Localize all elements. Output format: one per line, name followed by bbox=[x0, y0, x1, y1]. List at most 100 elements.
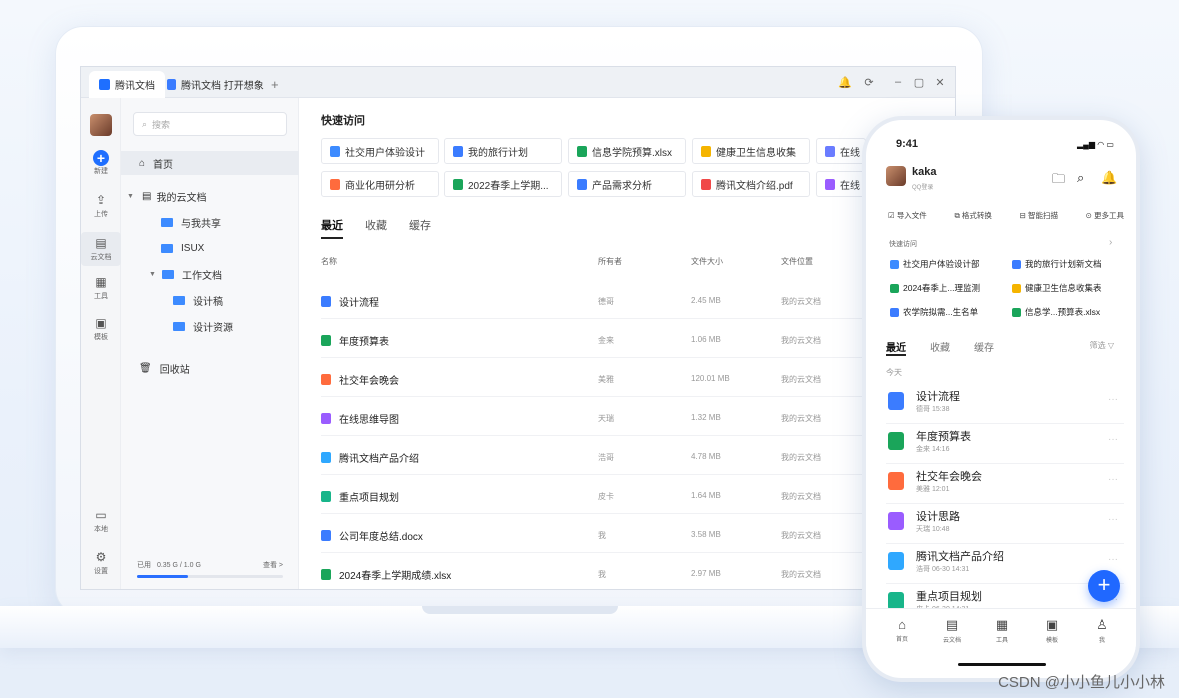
minimize-button[interactable]: – bbox=[891, 75, 905, 89]
list-item[interactable]: 设计流程 德哥 15:38 ··· bbox=[886, 384, 1124, 424]
smart-scan-button[interactable]: ⊟ 智能扫描 bbox=[1020, 210, 1058, 221]
add-button[interactable]: + bbox=[1088, 570, 1120, 602]
more-tools-button[interactable]: ⊙ 更多工具 bbox=[1086, 210, 1124, 221]
column-header-size[interactable]: 文件大小 bbox=[691, 256, 723, 267]
phone-status-icons: ▂▄▆ ◠ ▭ bbox=[1077, 140, 1114, 149]
phone-quick-item[interactable]: 2024春季上...理监测 bbox=[890, 282, 980, 294]
notification-icon[interactable]: 🔔 bbox=[1101, 170, 1117, 186]
sidebar-item-design-assets[interactable]: 设计资源 bbox=[121, 314, 299, 338]
sidebar-item-recycle[interactable]: 🗑 回收站 bbox=[121, 356, 299, 380]
avatar[interactable] bbox=[90, 114, 112, 136]
tab-open-imagination[interactable]: 腾讯文档 打开想象 bbox=[157, 71, 274, 98]
list-item-subtitle: 美雅 12:01 bbox=[916, 486, 950, 493]
rail-item-local[interactable]: ▭ 本地 bbox=[81, 508, 121, 534]
tab-cache[interactable]: 缓存 bbox=[409, 217, 431, 233]
chevron-right-icon[interactable]: › bbox=[1109, 237, 1112, 248]
quick-access-card[interactable]: 产品需求分析 bbox=[568, 171, 686, 197]
gear-icon: ⚙ bbox=[95, 550, 107, 564]
import-file-button[interactable]: ☑ 导入文件 bbox=[888, 210, 927, 221]
more-icon[interactable]: ··· bbox=[1108, 394, 1118, 405]
sync-icon[interactable]: ⟳ bbox=[862, 75, 876, 89]
list-item[interactable]: 设计思路 天瑞 10:48 ··· bbox=[886, 504, 1124, 544]
format-convert-button[interactable]: ⧉ 格式转换 bbox=[954, 210, 991, 221]
column-header-owner[interactable]: 所有者 bbox=[598, 256, 622, 267]
file-name-cell: 公司年度总结.docx bbox=[321, 528, 423, 543]
sidebar-item-home[interactable]: ⌂ 首页 bbox=[121, 151, 299, 175]
quick-access-card[interactable]: 信息学院预算.xlsx bbox=[568, 138, 686, 164]
close-button[interactable]: ✕ bbox=[933, 75, 947, 89]
phone-tab-cache[interactable]: 缓存 bbox=[974, 339, 994, 354]
phone-quick-item[interactable]: 信息学...预算表.xlsx bbox=[1012, 306, 1100, 318]
quick-access-card[interactable]: 社交用户体验设计 bbox=[321, 138, 439, 164]
tab-recent[interactable]: 最近 bbox=[321, 217, 343, 233]
quick-access-card[interactable]: 2022春季上学期... bbox=[444, 171, 562, 197]
rail-item-settings[interactable]: ⚙ 设置 bbox=[81, 550, 121, 576]
column-header-location[interactable]: 文件位置 bbox=[781, 256, 813, 267]
file-icon bbox=[888, 512, 904, 530]
notification-icon[interactable]: 🔔 bbox=[838, 75, 852, 89]
list-item-title: 腾讯文档产品介绍 bbox=[916, 551, 1004, 563]
phone-quick-item[interactable]: 社交用户体验设计部 bbox=[890, 258, 980, 270]
phone-bottom-nav: ⌂ 首页 ▤ 云文档 ▦ 工具 ▣ 模板 ♙ 我 bbox=[866, 608, 1136, 652]
rail-item-tools[interactable]: ▦ 工具 bbox=[81, 275, 121, 301]
table-row[interactable]: 设计流程 德哥 2.45 MB 我的云文档 bbox=[321, 280, 881, 319]
table-row[interactable]: 重点项目规划 皮卡 1.64 MB 我的云文档 bbox=[321, 475, 881, 514]
list-item[interactable]: 腾讯文档产品介绍 浩哥 06-30 14:31 ··· bbox=[886, 544, 1124, 584]
phone-quick-item[interactable]: 健康卫生信息收集表 bbox=[1012, 282, 1102, 294]
avatar[interactable] bbox=[886, 166, 906, 186]
search-icon[interactable]: ⌕ bbox=[1077, 170, 1084, 186]
sidebar-item-label: ISUX bbox=[181, 242, 205, 254]
tab-favorites[interactable]: 收藏 bbox=[365, 217, 387, 233]
filter-button[interactable]: 筛选 ▽ bbox=[1090, 340, 1114, 351]
maximize-button[interactable]: ▢ bbox=[912, 75, 926, 89]
sidebar-item-design-draft[interactable]: 设计稿 bbox=[121, 288, 299, 312]
table-row[interactable]: 在线思维导图 天瑞 1.32 MB 我的云文档 bbox=[321, 397, 881, 436]
phone-tab-favorites[interactable]: 收藏 bbox=[930, 339, 950, 354]
sidebar-item-isux[interactable]: ISUX bbox=[121, 236, 299, 260]
nav-tools[interactable]: ▦ 工具 bbox=[982, 617, 1022, 644]
folder-icon[interactable]: 🗀 bbox=[1052, 170, 1065, 192]
sidebar-item-shared[interactable]: 与我共享 bbox=[121, 210, 299, 234]
quick-access-card[interactable]: 我的旅行计划 bbox=[444, 138, 562, 164]
more-icon[interactable]: ··· bbox=[1108, 434, 1118, 445]
phone-quick-item[interactable]: 农学院拟需...生名单 bbox=[890, 306, 978, 318]
table-row[interactable]: 公司年度总结.docx 我 3.58 MB 我的云文档 bbox=[321, 514, 881, 553]
rail-item-new[interactable]: + 新建 bbox=[81, 150, 121, 176]
column-header-name[interactable]: 名称 bbox=[321, 256, 337, 267]
tab-tencent-docs[interactable]: 腾讯文档 bbox=[89, 71, 165, 98]
nav-cloud-docs[interactable]: ▤ 云文档 bbox=[932, 617, 972, 644]
table-row[interactable]: 腾讯文档产品介绍 浩哥 4.78 MB 我的云文档 bbox=[321, 436, 881, 475]
file-size: 1.06 MB bbox=[691, 335, 721, 344]
table-row[interactable]: 2024春季上学期成绩.xlsx 我 2.97 MB 我的云文档 bbox=[321, 553, 881, 589]
list-item[interactable]: 年度预算表 金来 14:16 ··· bbox=[886, 424, 1124, 464]
file-size: 1.64 MB bbox=[691, 491, 721, 500]
quick-access-label: 健康卫生信息收集表 bbox=[1025, 283, 1102, 293]
quick-access-card[interactable]: 健康卫生信息收集 bbox=[692, 138, 810, 164]
file-icon bbox=[321, 452, 331, 463]
quick-access-card[interactable]: 商业化用研分析 bbox=[321, 171, 439, 197]
view-usage-link[interactable]: 查看 > bbox=[263, 560, 283, 570]
file-icon bbox=[321, 335, 331, 346]
list-item[interactable]: 社交年会晚会 美雅 12:01 ··· bbox=[886, 464, 1124, 504]
add-tab-button[interactable]: + bbox=[261, 71, 289, 98]
rail-item-cloud-docs[interactable]: ▤ 云文档 bbox=[81, 232, 121, 266]
quick-access-card[interactable]: 在线 bbox=[816, 138, 866, 164]
phone-quick-item[interactable]: 我的旅行计划新文档 bbox=[1012, 258, 1102, 270]
tab-label: 腾讯文档 打开想象 bbox=[181, 81, 264, 92]
more-icon[interactable]: ··· bbox=[1108, 514, 1118, 525]
rail-item-templates[interactable]: ▣ 模板 bbox=[81, 316, 121, 342]
nav-home[interactable]: ⌂ 首页 bbox=[882, 617, 922, 643]
search-input[interactable]: ⌕ 搜索 bbox=[133, 112, 287, 136]
sidebar-item-my-docs[interactable]: ▼ ▤ 我的云文档 bbox=[121, 184, 299, 208]
phone-tab-recent[interactable]: 最近 bbox=[886, 339, 906, 354]
quick-access-card[interactable]: 腾讯文档介绍.pdf bbox=[692, 171, 810, 197]
table-row[interactable]: 年度预算表 金来 1.06 MB 我的云文档 bbox=[321, 319, 881, 358]
rail-item-upload[interactable]: ⇪ 上传 bbox=[81, 193, 121, 219]
quick-access-card[interactable]: 在线 bbox=[816, 171, 866, 197]
sidebar-item-work-docs[interactable]: ▼ 工作文档 bbox=[121, 262, 299, 286]
more-icon[interactable]: ··· bbox=[1108, 554, 1118, 565]
table-row[interactable]: 社交年会晚会 美雅 120.01 MB 我的云文档 bbox=[321, 358, 881, 397]
more-icon[interactable]: ··· bbox=[1108, 474, 1118, 485]
nav-me[interactable]: ♙ 我 bbox=[1082, 617, 1122, 644]
nav-templates[interactable]: ▣ 模板 bbox=[1032, 617, 1072, 644]
